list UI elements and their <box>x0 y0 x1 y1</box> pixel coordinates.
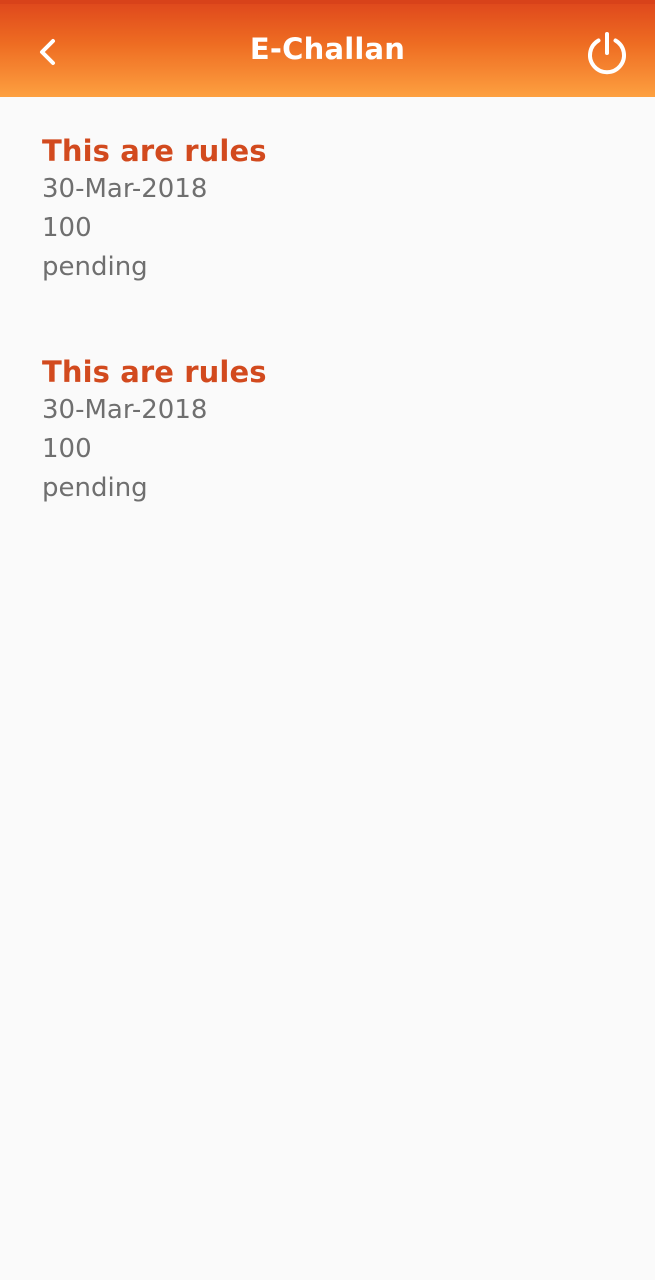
page-title: E-Challan <box>249 32 406 66</box>
challan-amount: 100 <box>42 213 92 243</box>
list-item[interactable]: This are rules 30-Mar-2018 100 pending <box>42 353 622 574</box>
challan-status: pending <box>42 473 148 503</box>
challan-title: This are rules <box>42 134 267 168</box>
challan-status: pending <box>42 252 148 282</box>
app-bar: E-Challan <box>0 0 655 97</box>
challan-title: This are rules <box>42 355 267 389</box>
challan-date: 30-Mar-2018 <box>42 395 208 425</box>
challan-amount: 100 <box>42 434 92 464</box>
status-bar <box>0 0 655 4</box>
challan-list: This are rules 30-Mar-2018 100 pending T… <box>42 132 622 574</box>
power-icon <box>588 32 626 75</box>
challan-date: 30-Mar-2018 <box>42 174 208 204</box>
logout-button[interactable] <box>582 28 632 78</box>
list-item[interactable]: This are rules 30-Mar-2018 100 pending <box>42 132 622 353</box>
